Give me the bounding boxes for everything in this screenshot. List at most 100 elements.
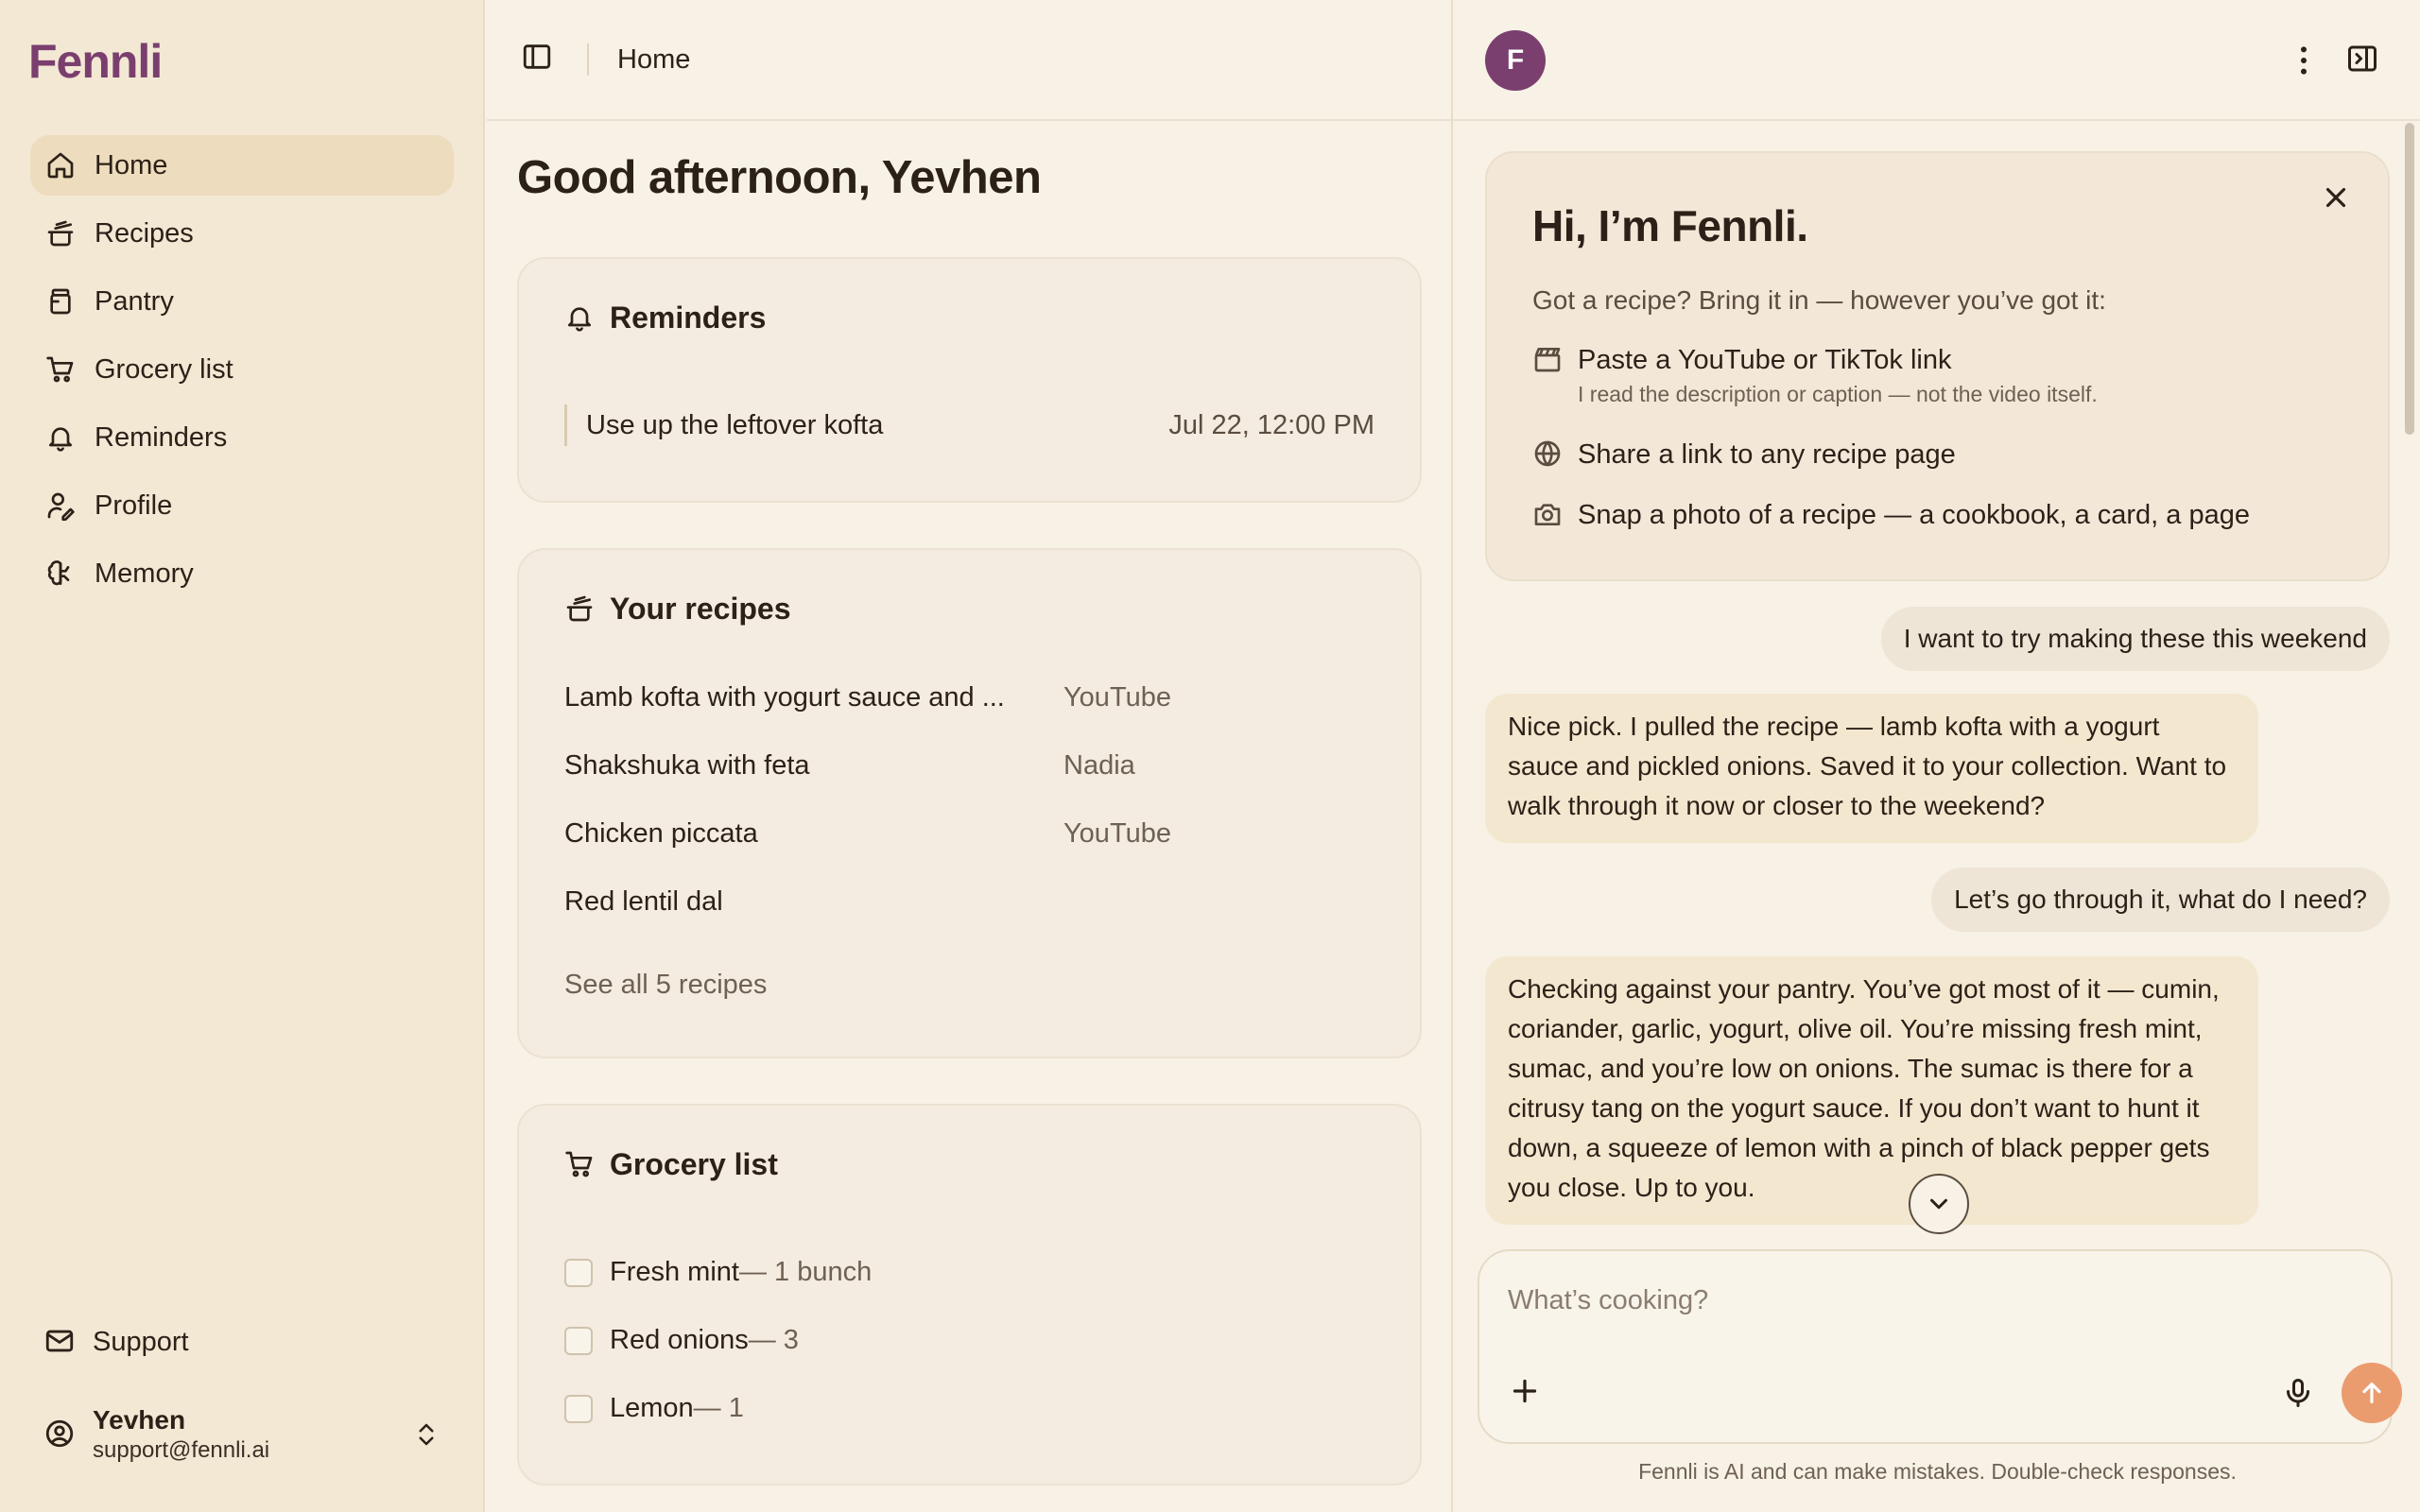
sidebar-item-label: Recipes (95, 217, 194, 249)
welcome-option-text: Snap a photo of a recipe — a cookbook, a… (1578, 500, 2250, 530)
grocery-item: Lemon — 1 (564, 1393, 744, 1424)
recipes-card-title: Your recipes (610, 592, 791, 626)
grocery-card: Grocery list Fresh mint — 1 bunch Red on… (517, 1104, 1422, 1486)
grocery-item-name: Fresh mint (610, 1257, 739, 1287)
breadcrumb: Home (617, 43, 691, 75)
page-title: Good afternoon, Yevhen (517, 152, 1042, 203)
recipe-row[interactable]: Red lentil dal (564, 883, 1063, 920)
sidebar-item-label: Grocery list (95, 353, 233, 385)
arrow-up-icon (2357, 1378, 2387, 1408)
chat-scrollbar[interactable] (2405, 123, 2414, 435)
recipe-name: Chicken piccata (564, 817, 758, 849)
grocery-item-qty: — 1 (693, 1393, 744, 1423)
grocery-checkbox[interactable] (564, 1326, 593, 1355)
clapperboard-icon (1532, 344, 1564, 376)
sidebar-item-pantry[interactable]: Pantry (30, 271, 454, 332)
user-email: support@fennli.ai (93, 1437, 270, 1463)
send-button[interactable] (2342, 1363, 2402, 1423)
sidebar-item-label: Memory (95, 558, 194, 589)
assistant-avatar[interactable]: F (1485, 30, 1546, 91)
cart-icon (43, 352, 78, 387)
home-icon (43, 148, 78, 182)
user-circle-icon (43, 1418, 78, 1452)
chat-header: F (1453, 0, 2420, 121)
ai-disclaimer: Fennli is AI and can make mistakes. Doub… (1638, 1459, 2237, 1484)
grocery-item: Fresh mint — 1 bunch (564, 1257, 872, 1288)
grocery-item-qty: — 1 bunch (738, 1257, 873, 1287)
chat-composer (1478, 1249, 2402, 1444)
sidebar: Fennli Home Recipes Pantry Grocery list (0, 0, 485, 1512)
recipe-name: Shakshuka with feta (564, 749, 810, 781)
recipes-card-header: Your recipes (564, 592, 790, 627)
bell-icon (43, 421, 78, 455)
main-topbar: Home (487, 0, 1451, 121)
sidebar-item-label: Reminders (95, 421, 228, 453)
see-all-recipes-link[interactable]: See all 5 recipes (564, 970, 767, 1001)
more-vertical-icon[interactable] (2285, 42, 2323, 79)
assistant-message: Checking against your pantry. You’ve got… (1485, 956, 2258, 1225)
recipe-name: Red lentil dal (564, 885, 723, 917)
panel-collapse-icon[interactable] (2345, 42, 2383, 79)
grocery-item: Red onions — 3 (564, 1325, 799, 1356)
support-link[interactable]: Support (43, 1325, 189, 1359)
grocery-item-name: Red onions (610, 1325, 749, 1355)
grocery-item-qty: — 3 (748, 1325, 799, 1355)
welcome-option-text: Paste a YouTube or TikTok link (1578, 345, 1952, 375)
scroll-to-bottom-button[interactable] (1909, 1174, 1969, 1234)
close-icon[interactable] (2320, 181, 2354, 215)
jar-icon (43, 284, 78, 318)
sidebar-item-recipes[interactable]: Recipes (30, 203, 454, 264)
recipe-source: YouTube (1063, 681, 1171, 713)
sidebar-item-grocery-list[interactable]: Grocery list (30, 339, 454, 400)
grocery-item-name: Lemon (610, 1393, 694, 1423)
microphone-icon[interactable] (2281, 1376, 2315, 1410)
sidebar-item-label: Profile (95, 490, 173, 521)
user-pen-icon (43, 489, 78, 523)
recipe-row[interactable]: Shakshuka with feta Nadia (564, 747, 1135, 784)
welcome-intro: Got a recipe? Bring it in — however you’… (1532, 285, 2106, 315)
sidebar-item-home[interactable]: Home (30, 135, 454, 196)
welcome-option: Snap a photo of a recipe — a cookbook, a… (1532, 497, 2250, 533)
pot-icon (43, 216, 78, 250)
main-content: Home Good afternoon, Yevhen Reminders Us… (487, 0, 1451, 1512)
sidebar-item-profile[interactable]: Profile (30, 475, 454, 536)
reminders-card-title: Reminders (610, 301, 767, 335)
recipe-source: YouTube (1063, 817, 1171, 849)
welcome-option: Share a link to any recipe page (1532, 437, 1956, 472)
welcome-option: Paste a YouTube or TikTok link I read th… (1532, 342, 2098, 410)
sidebar-item-memory[interactable]: Memory (30, 543, 454, 604)
user-message: I want to try making these this weekend (1880, 607, 2390, 671)
user-name: Yevhen (93, 1405, 186, 1435)
cart-icon (564, 1149, 596, 1181)
recipe-row[interactable]: Chicken piccata YouTube (564, 815, 1171, 852)
sidebar-nav: Home Recipes Pantry Grocery list Reminde… (30, 135, 454, 611)
welcome-option-note: I read the description or caption — not … (1578, 382, 2098, 406)
grocery-card-header: Grocery list (564, 1147, 778, 1182)
grocery-checkbox[interactable] (564, 1258, 593, 1287)
chevrons-up-down-icon (412, 1420, 441, 1449)
camera-icon (1532, 499, 1564, 531)
sidebar-item-reminders[interactable]: Reminders (30, 407, 454, 468)
chat-panel: F Hi, I’m Fennli. Got a recipe? Bring it… (1451, 0, 2420, 1512)
grocery-checkbox[interactable] (564, 1394, 593, 1423)
reminder-item[interactable]: Use up the leftover kofta Jul 22, 12:00 … (564, 404, 1374, 446)
chevron-down-icon (1925, 1190, 1953, 1218)
topbar-divider (587, 43, 589, 76)
recipe-row[interactable]: Lamb kofta with yogurt sauce and ... You… (564, 679, 1171, 716)
welcome-title: Hi, I’m Fennli. (1532, 201, 1808, 250)
support-label: Support (93, 1326, 189, 1357)
bell-icon (564, 302, 596, 335)
sidebar-toggle-icon[interactable] (521, 41, 559, 78)
sidebar-item-label: Pantry (95, 285, 174, 317)
reminders-card: Reminders Use up the leftover kofta Jul … (517, 257, 1422, 503)
user-message: Let’s go through it, what do I need? (1931, 868, 2390, 932)
app-logo[interactable]: Fennli (28, 34, 163, 89)
user-menu[interactable]: Yevhen support@fennli.ai (43, 1400, 441, 1469)
recipe-source: Nadia (1063, 749, 1135, 781)
user-info: Yevhen support@fennli.ai (93, 1404, 412, 1465)
reminder-time: Jul 22, 12:00 PM (1168, 409, 1374, 440)
message-input[interactable] (1508, 1280, 2340, 1321)
recipe-name: Lamb kofta with yogurt sauce and ... (564, 681, 1005, 713)
welcome-card: Hi, I’m Fennli. Got a recipe? Bring it i… (1485, 151, 2390, 581)
plus-icon[interactable] (1508, 1374, 1546, 1412)
